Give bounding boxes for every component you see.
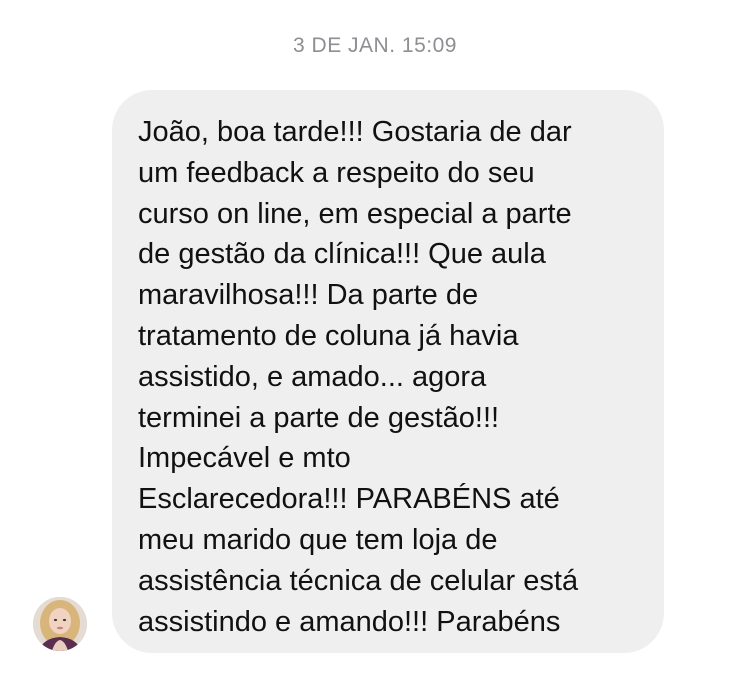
user-avatar-photo-icon: [33, 597, 87, 651]
sender-avatar[interactable]: [33, 597, 87, 651]
incoming-message-row: João, boa tarde!!! Gostaria de dar um fe…: [0, 88, 750, 658]
message-text: João, boa tarde!!! Gostaria de dar um fe…: [138, 116, 579, 638]
message-timestamp: 3 DE JAN. 15:09: [293, 34, 457, 57]
message-bubble[interactable]: João, boa tarde!!! Gostaria de dar um fe…: [112, 90, 664, 653]
